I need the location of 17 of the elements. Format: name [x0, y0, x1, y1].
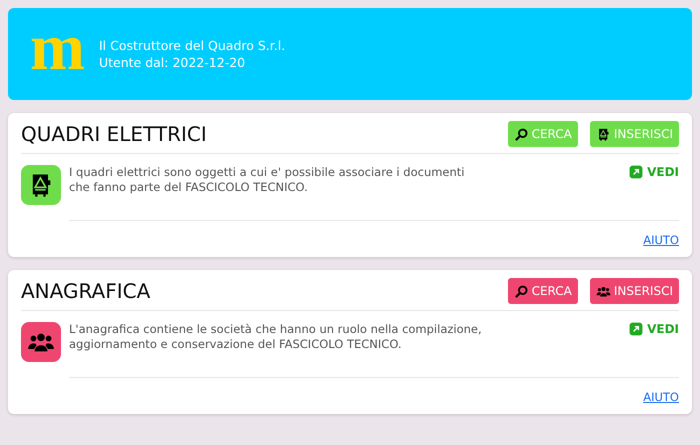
external-link-icon — [629, 165, 644, 179]
logo: m — [30, 15, 85, 81]
section-title: ANAGRAFICA — [21, 279, 150, 303]
search-icon — [514, 284, 529, 298]
user-since: Utente dal: 2022-12-20 — [98, 55, 246, 70]
view-link[interactable]: VEDI — [629, 165, 679, 220]
section-description: I quadri elettrici sono oggetti a cui e' possibile associare i documenti che fanno parte del FASCICOLO TECNICO. — [69, 165, 465, 196]
section-title: QUADRI ELETTRICI — [21, 122, 207, 146]
view-link[interactable]: VEDI — [629, 322, 679, 377]
search-button[interactable]: CERCA — [508, 278, 578, 304]
company-name: Il Costruttore del Quadro S.r.l. — [98, 38, 286, 53]
search-icon — [514, 126, 529, 142]
section-description: L'anagrafica contiene le società che hanno un ruolo nella compilazione, aggiornamento e conservazione del FASCICOLO TECNICO. — [69, 322, 482, 353]
help-link[interactable]: AIUTO — [643, 390, 679, 404]
external-link-icon — [629, 322, 644, 336]
insert-button[interactable]: INSERISCI — [590, 278, 679, 304]
help-link[interactable]: AIUTO — [643, 233, 679, 247]
